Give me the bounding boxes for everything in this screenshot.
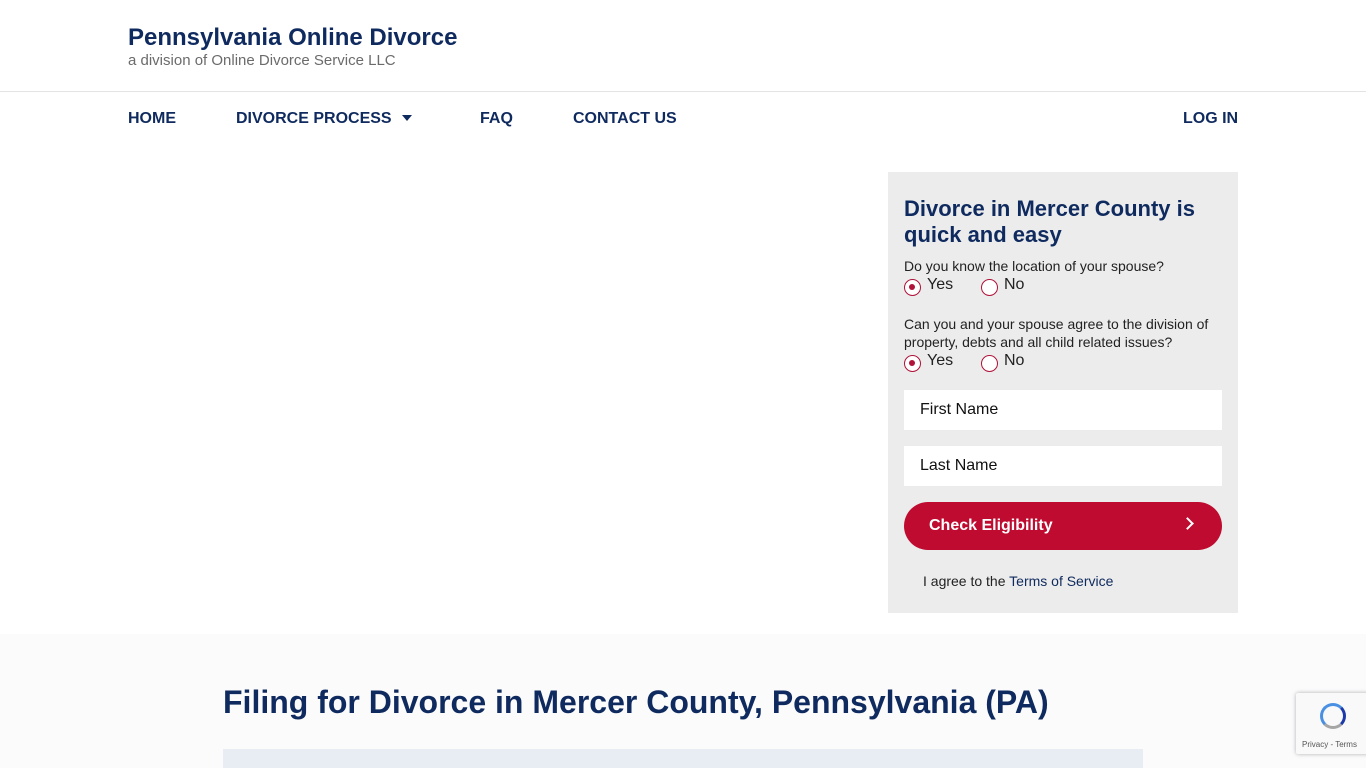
content-section: Filing for Divorce in Mercer County, Pen… bbox=[0, 634, 1366, 768]
radio-agreement-yes[interactable]: Yes bbox=[904, 352, 954, 372]
nav-contact-us[interactable]: CONTACT US bbox=[573, 110, 677, 128]
nav-home[interactable]: HOME bbox=[128, 110, 176, 128]
radio-agreement-no[interactable]: No bbox=[981, 352, 1025, 372]
main-nav: HOME DIVORCE PROCESS FAQ CONTACT US LOG … bbox=[0, 92, 1366, 146]
question-agreement: Can you and your spouse agree to the div… bbox=[904, 316, 1209, 350]
form-title: Divorce in Mercer County is quick and ea… bbox=[904, 196, 1195, 247]
check-eligibility-button[interactable]: Check Eligibility bbox=[904, 502, 1222, 550]
question-spouse-location: Do you know the location of your spouse? bbox=[904, 258, 1164, 274]
radio-unchecked-icon bbox=[981, 278, 998, 296]
radio-location-no[interactable]: No bbox=[981, 276, 1025, 296]
eligibility-form-panel: Divorce in Mercer County is quick and ea… bbox=[888, 172, 1238, 613]
chevron-right-icon bbox=[1181, 517, 1194, 530]
radio-unchecked-icon bbox=[981, 354, 998, 372]
site-header: Pennsylvania Online Divorce a division o… bbox=[0, 0, 1366, 92]
last-name-input[interactable] bbox=[904, 446, 1222, 486]
recaptcha-links[interactable]: Privacy - Terms bbox=[1302, 740, 1357, 749]
caret-down-icon bbox=[401, 114, 412, 121]
radio-label-yes: Yes bbox=[927, 352, 954, 369]
nav-divorce-process[interactable]: DIVORCE PROCESS bbox=[236, 110, 412, 128]
brand-title[interactable]: Pennsylvania Online Divorce bbox=[128, 24, 457, 52]
terms-of-service-link[interactable]: Terms of Service bbox=[1009, 573, 1113, 589]
radio-checked-icon bbox=[904, 278, 921, 296]
nav-faq[interactable]: FAQ bbox=[480, 110, 513, 128]
terms-agreement: I agree to the Terms of Service bbox=[923, 573, 1113, 589]
recaptcha-icon bbox=[1320, 703, 1346, 729]
check-eligibility-label: Check Eligibility bbox=[929, 517, 1053, 534]
radio-location-yes[interactable]: Yes bbox=[904, 276, 954, 296]
radio-label-no: No bbox=[1004, 276, 1025, 293]
content-box bbox=[223, 749, 1143, 768]
radio-checked-icon bbox=[904, 354, 921, 372]
page-heading: Filing for Divorce in Mercer County, Pen… bbox=[223, 684, 1049, 720]
nav-log-in[interactable]: LOG IN bbox=[1183, 110, 1238, 128]
nav-divorce-process-label: DIVORCE PROCESS bbox=[236, 110, 392, 127]
agree-prefix: I agree to the bbox=[923, 573, 1006, 589]
brand-subtitle: a division of Online Divorce Service LLC bbox=[128, 52, 396, 69]
radio-label-yes: Yes bbox=[927, 276, 954, 293]
recaptcha-badge[interactable]: Privacy - Terms bbox=[1296, 693, 1366, 754]
first-name-input[interactable] bbox=[904, 390, 1222, 430]
radio-label-no: No bbox=[1004, 352, 1025, 369]
